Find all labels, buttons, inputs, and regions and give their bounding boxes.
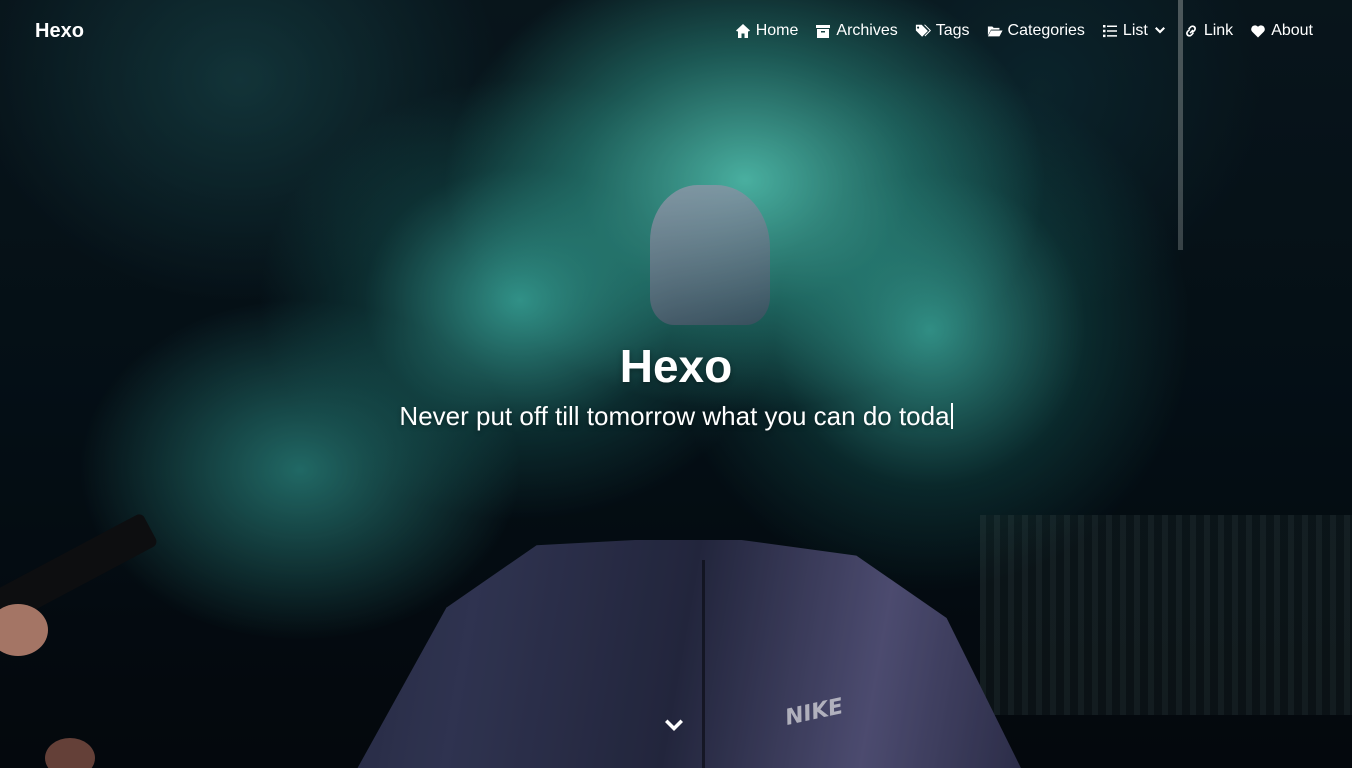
site-name-link[interactable]: Hexo: [35, 20, 84, 43]
tags-icon: [915, 24, 931, 37]
site-title: Hexo: [619, 340, 733, 392]
menu-list: Home Archives Tags Categories List Link …: [735, 22, 1313, 40]
menu-item-label: Home: [755, 22, 799, 39]
menu-item-tags[interactable]: Tags: [915, 22, 970, 40]
menu-item-label: About: [1271, 22, 1313, 39]
site-subtitle-wrapper: Never put off till tomorrow what you can…: [0, 398, 1352, 434]
menu-item-home[interactable]: Home: [735, 22, 799, 40]
menu-item-label: Tags: [935, 22, 970, 39]
home-icon: [735, 24, 750, 38]
menu-item-label: Link: [1203, 22, 1234, 39]
archive-icon: [816, 25, 831, 38]
scroll-down-button[interactable]: [662, 714, 686, 738]
chevron-down-icon: [1154, 27, 1165, 34]
menu-item-label: Archives: [836, 22, 898, 39]
menu-item-about[interactable]: About: [1250, 22, 1313, 40]
menu-item-archives[interactable]: Archives: [815, 22, 898, 40]
menu-item-label: List: [1122, 22, 1148, 39]
heart-icon: [1251, 25, 1265, 38]
menu-item-list[interactable]: List: [1102, 22, 1166, 40]
site-info: Hexo Never put off till tomorrow what yo…: [0, 338, 1352, 434]
menu-item-categories[interactable]: Categories: [987, 22, 1085, 40]
link-icon: [1185, 25, 1196, 37]
folder-open-icon: [987, 26, 1003, 37]
navbar: Hexo Home Archives Tags Categories List: [0, 0, 1352, 66]
typing-cursor: [950, 403, 953, 429]
menu-item-link[interactable]: Link: [1183, 22, 1233, 40]
menu-item-label: Categories: [1007, 22, 1085, 39]
chevron-down-icon: [665, 719, 683, 731]
site-subtitle: Never put off till tomorrow what you can…: [399, 401, 950, 431]
list-icon: [1102, 25, 1117, 38]
hero-banner: NIKE Hexo Home Archives Tags Categories: [0, 0, 1352, 768]
